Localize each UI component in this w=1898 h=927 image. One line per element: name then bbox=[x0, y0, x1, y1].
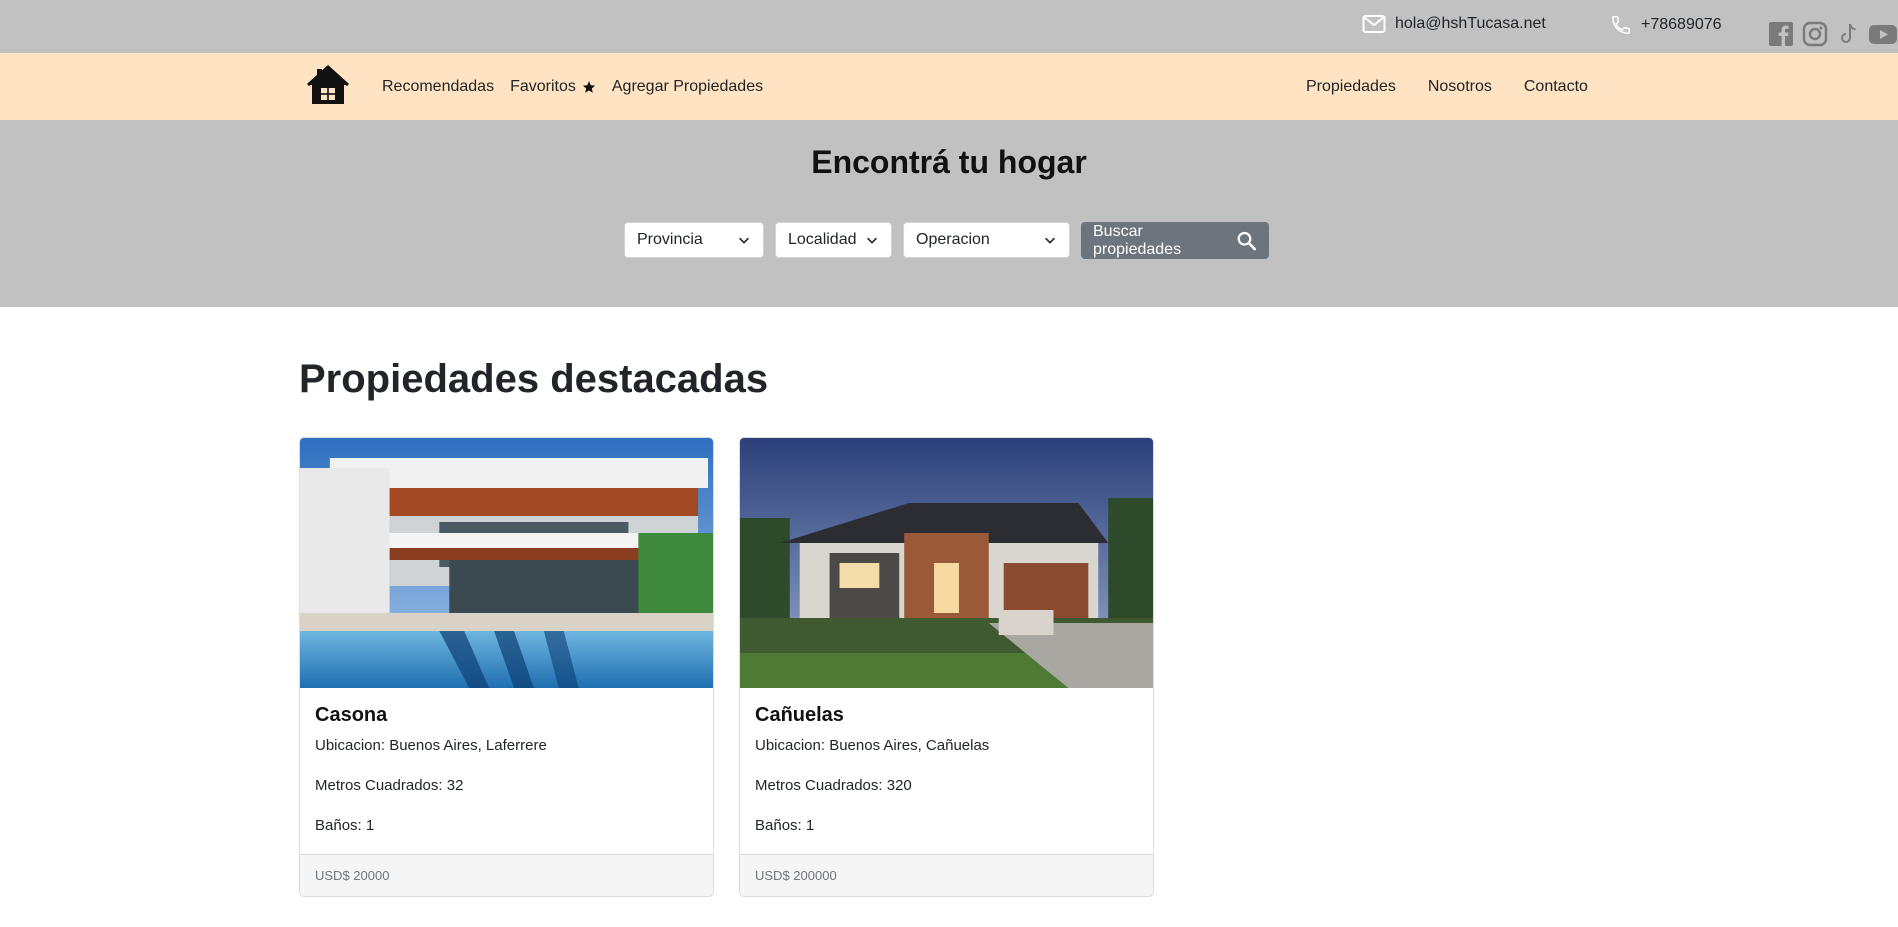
card-banos: Baños: 1 bbox=[315, 817, 375, 834]
card-banos: Baños: 1 bbox=[755, 817, 815, 834]
localidad-select[interactable]: Localidad bbox=[775, 222, 892, 258]
nav-left-links: Recomendadas Favoritos Agregar Propiedad… bbox=[382, 53, 763, 120]
card-ubicacion: Ubicacion: Buenos Aires, Cañuelas bbox=[755, 737, 990, 754]
facebook-icon[interactable] bbox=[1766, 19, 1796, 49]
provincia-select[interactable]: Provincia bbox=[624, 222, 764, 258]
tiktok-icon[interactable] bbox=[1834, 19, 1864, 49]
card-price: USD$ 200000 bbox=[740, 854, 1153, 896]
property-card[interactable]: Casona Ubicacion: Buenos Aires, Laferrer… bbox=[299, 437, 714, 897]
nav-favoritos-label: Favoritos bbox=[510, 77, 576, 95]
nav-propiedades[interactable]: Propiedades bbox=[1306, 78, 1396, 96]
search-filters: Provincia Localidad Operacion Buscar pro… bbox=[624, 222, 1269, 259]
house-icon bbox=[306, 64, 350, 104]
email-text: hola@hshTucasa.net bbox=[1395, 15, 1546, 32]
top-contact-bar: hola@hshTucasa.net +78689076 bbox=[0, 0, 1898, 53]
chevron-down-icon bbox=[739, 237, 749, 244]
phone-text: +78689076 bbox=[1641, 16, 1722, 33]
main-navbar: Recomendadas Favoritos Agregar Propiedad… bbox=[0, 53, 1898, 120]
social-links bbox=[1766, 19, 1898, 49]
card-ubicacion: Ubicacion: Buenos Aires, Laferrere bbox=[315, 737, 547, 754]
card-metros: Metros Cuadrados: 32 bbox=[315, 777, 464, 794]
youtube-icon[interactable] bbox=[1868, 19, 1898, 49]
card-body: Casona Ubicacion: Buenos Aires, Laferrer… bbox=[300, 688, 713, 834]
card-title: Cañuelas bbox=[755, 704, 844, 726]
card-body: Cañuelas Ubicacion: Buenos Aires, Cañuel… bbox=[740, 688, 1153, 834]
nav-agregar-propiedades[interactable]: Agregar Propiedades bbox=[612, 78, 763, 96]
card-price: USD$ 20000 bbox=[300, 854, 713, 896]
nav-right-links: Propiedades Nosotros Contacto bbox=[1306, 53, 1588, 120]
nav-recomendadas[interactable]: Recomendadas bbox=[382, 78, 494, 96]
mail-icon bbox=[1362, 15, 1386, 33]
phone-icon bbox=[1612, 16, 1630, 34]
localidad-value: Localidad bbox=[788, 231, 857, 248]
instagram-icon[interactable] bbox=[1800, 19, 1830, 49]
chevron-down-icon bbox=[1045, 237, 1055, 244]
nav-nosotros[interactable]: Nosotros bbox=[1428, 78, 1492, 96]
home-logo[interactable] bbox=[305, 63, 351, 114]
nav-favoritos[interactable]: Favoritos bbox=[510, 78, 596, 96]
search-button[interactable]: Buscar propiedades bbox=[1081, 222, 1269, 259]
search-hero: Encontrá tu hogar Provincia Localidad Op… bbox=[0, 120, 1898, 307]
property-photo bbox=[300, 438, 713, 688]
phone-contact[interactable]: +78689076 bbox=[1610, 14, 1722, 36]
nav-contacto[interactable]: Contacto bbox=[1524, 78, 1588, 96]
operacion-select[interactable]: Operacion bbox=[903, 222, 1070, 258]
featured-title: Propiedades destacadas bbox=[299, 357, 769, 401]
star-icon bbox=[582, 80, 595, 93]
operacion-value: Operacion bbox=[916, 231, 990, 248]
card-metros: Metros Cuadrados: 320 bbox=[755, 777, 912, 794]
search-icon bbox=[1237, 231, 1256, 250]
property-card[interactable]: Cañuelas Ubicacion: Buenos Aires, Cañuel… bbox=[739, 437, 1154, 897]
hero-title: Encontrá tu hogar bbox=[811, 144, 1087, 180]
provincia-value: Provincia bbox=[637, 231, 703, 248]
property-photo bbox=[740, 438, 1153, 688]
email-contact[interactable]: hola@hshTucasa.net bbox=[1362, 14, 1546, 34]
card-title: Casona bbox=[315, 704, 388, 726]
chevron-down-icon bbox=[867, 237, 877, 244]
search-button-label: Buscar propiedades bbox=[1093, 222, 1182, 258]
